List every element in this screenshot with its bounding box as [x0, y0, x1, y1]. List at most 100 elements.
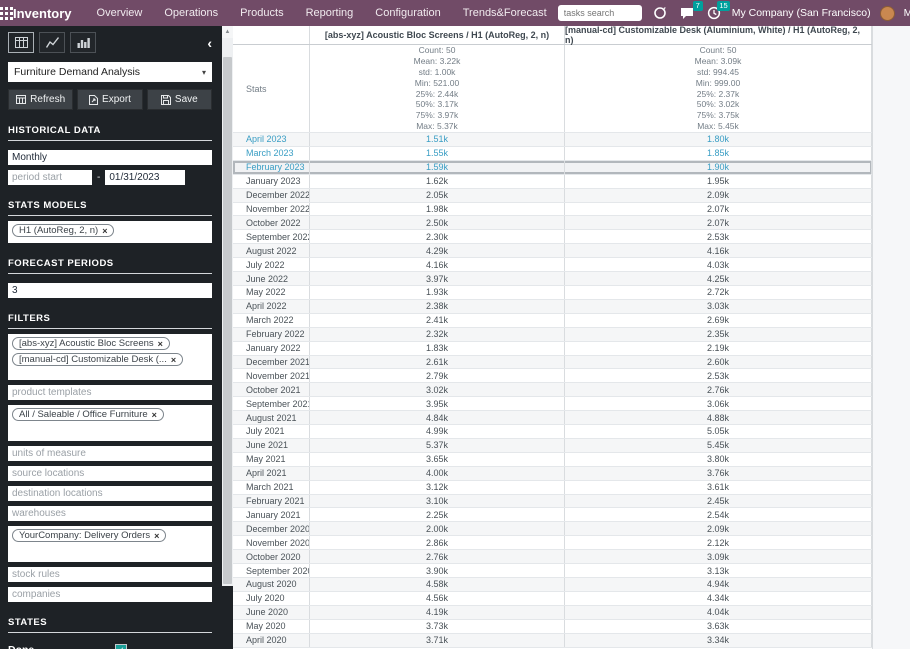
stats-models-tagbox[interactable]: H1 (AutoReg, 2, n)× — [8, 221, 212, 243]
table-row[interactable]: June 20204.19k4.04k — [233, 606, 872, 620]
table-view-button[interactable] — [8, 32, 34, 53]
nav-item-overview[interactable]: Overview — [86, 0, 154, 26]
row-month-label: May 2021 — [233, 453, 310, 466]
table-row[interactable]: August 20224.29k4.16k — [233, 244, 872, 258]
warehouses-input[interactable] — [8, 506, 212, 521]
nav-item-configuration[interactable]: Configuration — [364, 0, 451, 26]
table-row[interactable]: October 20222.50k2.07k — [233, 216, 872, 230]
table-row[interactable]: July 20204.56k4.34k — [233, 592, 872, 606]
row-value-col2: 2.07k — [565, 203, 872, 216]
stats-line: Max: 5.45k — [697, 121, 739, 132]
table-row[interactable]: April 20222.38k3.03k — [233, 300, 872, 314]
remove-tag-icon[interactable]: × — [158, 339, 163, 349]
table-row[interactable]: July 20214.99k5.05k — [233, 425, 872, 439]
row-value-col1: 1.59k — [310, 161, 565, 174]
bar-chart-view-button[interactable] — [70, 32, 96, 53]
row-value-col1: 4.16k — [310, 258, 565, 271]
table-row[interactable]: March 20222.41k2.69k — [233, 314, 872, 328]
product-templates-input[interactable] — [8, 385, 212, 400]
filter-tag-label: All / Saleable / Office Furniture — [19, 409, 148, 420]
units-of-measure-input[interactable] — [8, 446, 212, 461]
remove-tag-icon[interactable]: × — [102, 226, 107, 236]
table-row[interactable]: February 20231.59k1.90k — [233, 161, 872, 175]
table-row[interactable]: January 20231.62k1.95k — [233, 175, 872, 189]
table-row[interactable]: October 20202.76k3.09k — [233, 550, 872, 564]
table-row[interactable]: November 20212.79k2.53k — [233, 369, 872, 383]
products-tagbox[interactable]: [abs-xyz] Acoustic Bloc Screens×[manual-… — [8, 334, 212, 380]
stats-line: Min: 521.00 — [415, 78, 459, 89]
refresh-icon[interactable] — [651, 4, 669, 22]
remove-tag-icon[interactable]: × — [171, 355, 176, 365]
table-row[interactable]: February 20222.32k2.35k — [233, 328, 872, 342]
table-row[interactable]: May 20203.73k3.63k — [233, 620, 872, 634]
period-end-input[interactable] — [105, 170, 185, 185]
table-row[interactable]: November 20202.86k2.12k — [233, 536, 872, 550]
table-row[interactable]: May 20221.93k2.72k — [233, 286, 872, 300]
table-row[interactable]: April 20231.51k1.80k — [233, 133, 872, 147]
activities-icon[interactable]: 15 — [705, 4, 723, 22]
scrollbar-track[interactable]: ▲ — [222, 26, 233, 586]
table-row[interactable]: January 20221.83k2.19k — [233, 342, 872, 356]
row-month-label: April 2021 — [233, 467, 310, 480]
period-start-input[interactable] — [8, 170, 92, 185]
nav-item-trends-forecast[interactable]: Trends&Forecast — [452, 0, 558, 26]
table-row[interactable]: May 20213.65k3.80k — [233, 453, 872, 467]
destination-locations-input[interactable] — [8, 486, 212, 501]
table-row[interactable]: August 20204.58k4.94k — [233, 578, 872, 592]
frequency-input[interactable] — [8, 150, 212, 165]
tasks-search-input[interactable] — [558, 5, 642, 21]
operation-types-tagbox[interactable]: YourCompany: Delivery Orders× — [8, 526, 212, 562]
table-row[interactable]: June 20215.37k5.45k — [233, 439, 872, 453]
product-categories-tagbox[interactable]: All / Saleable / Office Furniture × — [8, 405, 212, 441]
source-locations-input[interactable] — [8, 466, 212, 481]
nav-item-operations[interactable]: Operations — [153, 0, 229, 26]
table-row[interactable]: April 20203.71k3.34k — [233, 634, 872, 648]
table-row[interactable]: July 20224.16k4.03k — [233, 258, 872, 272]
table-header-col1[interactable]: [abs-xyz] Acoustic Bloc Screens / H1 (Au… — [310, 26, 565, 44]
messages-icon[interactable]: 7 — [678, 4, 696, 22]
table-row[interactable]: December 20212.61k2.60k — [233, 356, 872, 370]
table-row[interactable]: September 20222.30k2.53k — [233, 230, 872, 244]
scrollbar-thumb[interactable] — [223, 57, 232, 584]
nav-item-reporting[interactable]: Reporting — [295, 0, 365, 26]
table-header-col2[interactable]: [manual-cd] Customizable Desk (Aluminium… — [565, 26, 872, 44]
table-row[interactable]: April 20214.00k3.76k — [233, 467, 872, 481]
table-row[interactable]: August 20214.84k4.88k — [233, 411, 872, 425]
export-button[interactable]: Export — [77, 89, 142, 110]
table-row[interactable]: September 20213.95k3.06k — [233, 397, 872, 411]
companies-input[interactable] — [8, 587, 212, 602]
table-row[interactable]: December 20202.00k2.09k — [233, 522, 872, 536]
state-checkbox-done[interactable]: ✓ — [115, 644, 127, 649]
table-row[interactable]: March 20231.55k1.85k — [233, 147, 872, 161]
table-row[interactable]: January 20212.25k2.54k — [233, 508, 872, 522]
scroll-up-arrow-icon[interactable]: ▲ — [222, 26, 233, 38]
user-menu[interactable]: Mitchell Ad — [904, 7, 910, 19]
row-value-col2: 3.09k — [565, 550, 872, 563]
table-row[interactable]: November 20221.98k2.07k — [233, 203, 872, 217]
nav-item-products[interactable]: Products — [229, 0, 294, 26]
stats-line: std: 994.45 — [697, 67, 739, 78]
row-month-label: September 2022 — [233, 230, 310, 243]
apps-menu-icon[interactable] — [0, 0, 13, 26]
save-button[interactable]: Save — [147, 89, 212, 110]
table-row[interactable]: October 20213.02k2.76k — [233, 383, 872, 397]
collapse-sidebar-icon[interactable]: ‹ — [207, 36, 212, 50]
analysis-select[interactable]: Furniture Demand Analysis ▾ — [8, 62, 212, 82]
line-chart-view-button[interactable] — [39, 32, 65, 53]
row-month-label: May 2020 — [233, 620, 310, 633]
remove-tag-icon[interactable]: × — [152, 410, 157, 420]
remove-tag-icon[interactable]: × — [154, 531, 159, 541]
refresh-button[interactable]: Refresh — [8, 89, 73, 110]
app-title[interactable]: Inventory — [13, 6, 72, 21]
table-row[interactable]: February 20213.10k2.45k — [233, 495, 872, 509]
forecast-periods-input[interactable] — [8, 283, 212, 298]
table-row[interactable]: September 20203.90k3.13k — [233, 564, 872, 578]
company-switcher[interactable]: My Company (San Francisco) — [732, 7, 871, 19]
row-month-label: August 2021 — [233, 411, 310, 424]
table-row[interactable]: June 20223.97k4.25k — [233, 272, 872, 286]
table-row[interactable]: March 20213.12k3.61k — [233, 481, 872, 495]
row-month-label: June 2021 — [233, 439, 310, 452]
stock-rules-input[interactable] — [8, 567, 212, 582]
avatar[interactable] — [880, 6, 895, 21]
table-row[interactable]: December 20222.05k2.09k — [233, 189, 872, 203]
